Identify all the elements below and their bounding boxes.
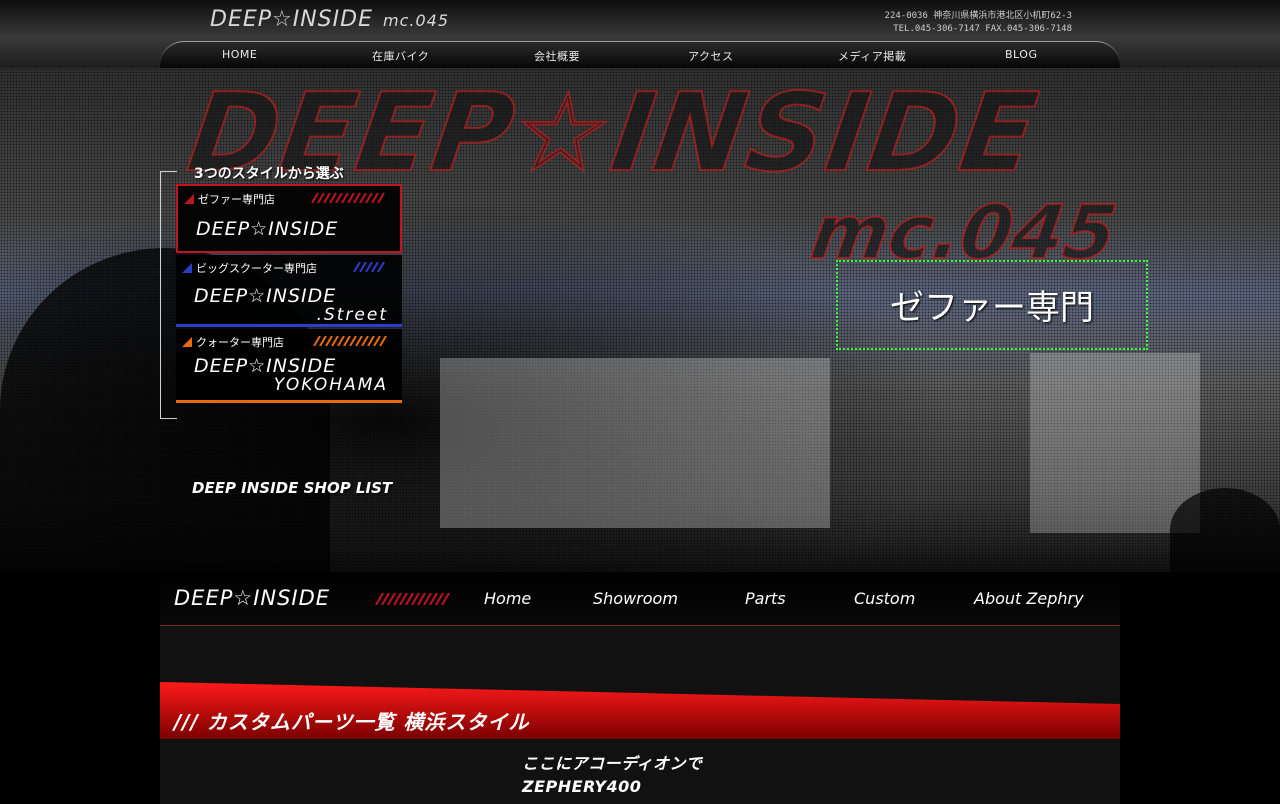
subnav-home[interactable]: Home	[484, 589, 531, 608]
address-text: 224-0036 神奈川県横浜市港北区小机町62-3	[884, 11, 1072, 21]
shop-name: DEEP☆INSIDE	[194, 285, 337, 307]
zephyr-specialty-label: ゼファー専門	[890, 288, 1094, 328]
contact-info: 224-0036 神奈川県横浜市港北区小机町62-3 TEL.045-306-7…	[885, 10, 1072, 36]
main-content: DEEP☆INSIDE Home Showroom Parts Custom A…	[160, 572, 1120, 804]
shop-name-suffix: YOKOHAMA	[273, 375, 388, 395]
shop-name: DEEP☆INSIDE	[194, 355, 337, 377]
blue-stripes-icon	[353, 262, 385, 272]
subnav-logo[interactable]: DEEP☆INSIDE	[174, 586, 330, 610]
red-stripes-icon	[311, 193, 385, 203]
top-navigation: HOME 在庫バイク 会社概要 アクセス メディア掲載 BLOG	[160, 41, 1120, 69]
top-nav-access[interactable]: アクセス	[688, 48, 733, 64]
top-nav-stock-bikes[interactable]: 在庫バイク	[372, 48, 429, 64]
section-title: /// カスタムパーツ一覧 横浜スタイル	[174, 710, 530, 734]
shop-name-suffix: .Street	[316, 305, 388, 325]
shop-card-zephyr[interactable]: ゼファー専門店 DEEP☆INSIDE	[176, 184, 402, 253]
top-nav-home[interactable]: HOME	[222, 48, 257, 61]
accordion-note-line: ここにアコーディオンで	[522, 754, 703, 773]
selector-heading: 3つのスタイルから選ぶ	[194, 166, 344, 182]
helmet-silhouette	[1170, 488, 1280, 572]
red-stripes-icon	[375, 593, 450, 605]
shop-card-yokohama[interactable]: クォーター専門店 DEEP☆INSIDE YOKOHAMA	[176, 329, 402, 403]
selector-frame	[160, 171, 177, 419]
accordion-placeholder: ここにアコーディオンで ZEPHERY400	[522, 752, 702, 798]
style-selector: 3つのスタイルから選ぶ ゼファー専門店 DEEP☆INSIDE ビッグスクーター…	[160, 163, 410, 497]
shop-label: クォーター専門店	[196, 336, 284, 349]
site-header: DEEP☆INSIDE mc.045 224-0036 神奈川県横浜市港北区小机町…	[0, 0, 1280, 69]
shop-list-link[interactable]: DEEP INSIDE SHOP LIST	[192, 479, 392, 497]
logo-suffix: mc.045	[382, 11, 449, 30]
hero-subtitle: mc.045	[805, 189, 1123, 277]
orange-triangle-icon	[182, 337, 192, 347]
sub-navigation: DEEP☆INSIDE Home Showroom Parts Custom A…	[160, 572, 1120, 626]
shop-label: ゼファー専門店	[198, 193, 275, 206]
shop-name: DEEP☆INSIDE	[196, 218, 339, 240]
shop-card-street[interactable]: ビッグスクーター専門店 DEEP☆INSIDE .Street	[176, 255, 402, 327]
subnav-about-zephry[interactable]: About Zephry	[974, 589, 1084, 608]
zephyr-specialty-box[interactable]: ゼファー専門	[836, 260, 1148, 350]
tel-fax-text: TEL.045-306-7147 FAX.045-306-7148	[893, 24, 1072, 34]
logo-text: DEEP☆INSIDE	[210, 7, 373, 32]
accordion-note-line[interactable]: ZEPHERY400	[522, 775, 702, 798]
red-triangle-icon	[184, 194, 194, 204]
hero-banner: DEEP☆INSIDE mc.045 ゼファー専門 3つのスタイルから選ぶ ゼフ…	[0, 68, 1280, 572]
top-nav-company[interactable]: 会社概要	[534, 48, 580, 64]
background-shelf	[440, 358, 830, 528]
site-logo[interactable]: DEEP☆INSIDE mc.045	[210, 7, 449, 32]
top-nav-media[interactable]: メディア掲載	[838, 48, 906, 64]
subnav-showroom[interactable]: Showroom	[593, 589, 678, 608]
top-nav-blog[interactable]: BLOG	[1005, 48, 1037, 61]
background-cabinet	[1030, 353, 1200, 533]
subnav-custom[interactable]: Custom	[854, 589, 915, 608]
shop-label: ビッグスクーター専門店	[196, 262, 317, 275]
section-banner: /// カスタムパーツ一覧 横浜スタイル	[160, 682, 1120, 739]
blue-triangle-icon	[182, 263, 192, 273]
subnav-parts[interactable]: Parts	[745, 589, 786, 608]
orange-stripes-icon	[313, 336, 387, 346]
